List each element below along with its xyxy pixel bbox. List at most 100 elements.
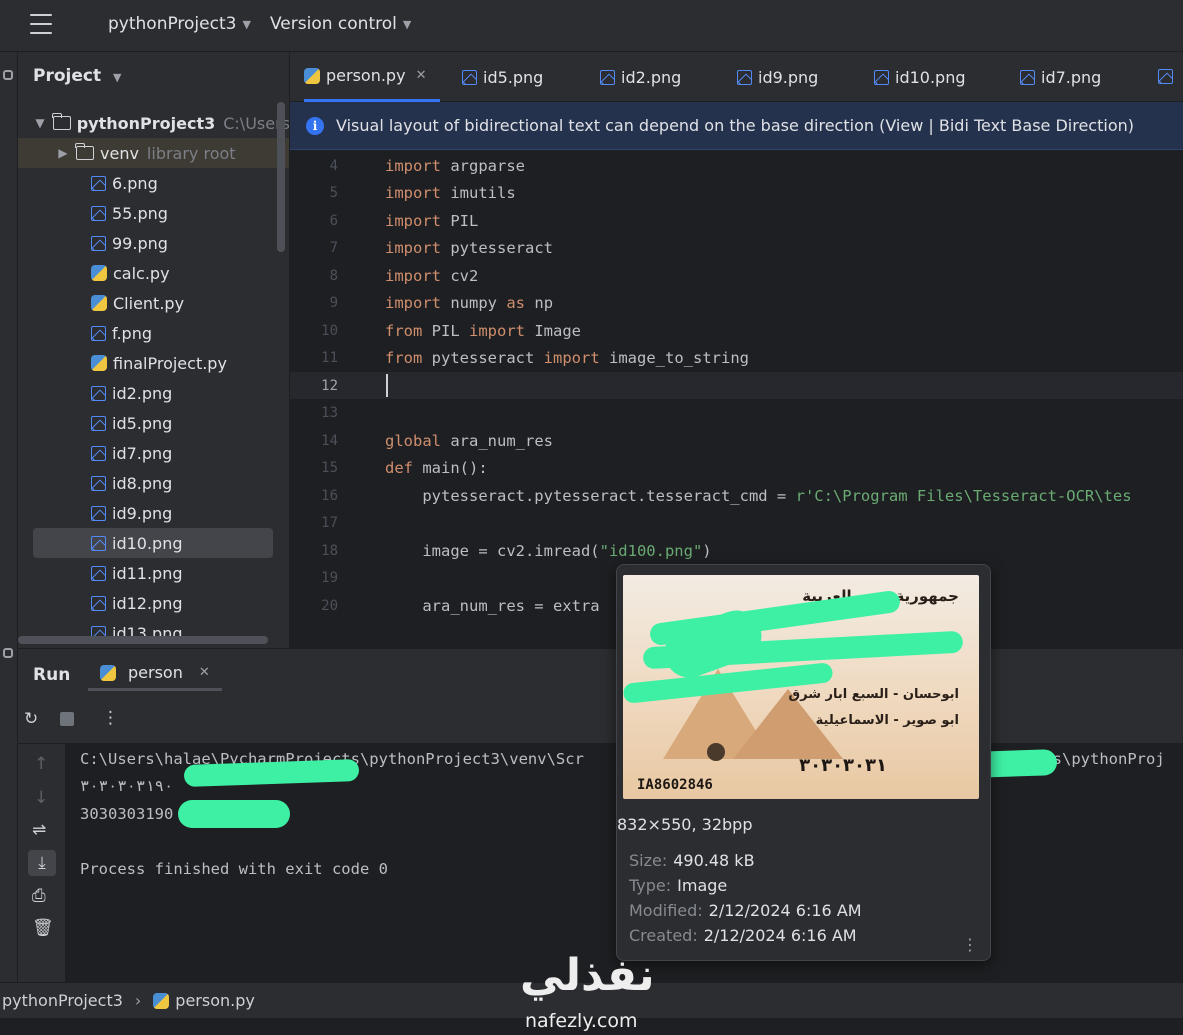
arrow-down-icon[interactable]: ↓ bbox=[34, 788, 48, 808]
scroll-to-end-icon[interactable]: ⤓ bbox=[28, 850, 56, 876]
tree-file-item[interactable]: id10.png bbox=[33, 528, 273, 558]
image-file-icon[interactable] bbox=[1158, 69, 1173, 84]
keyword-token: import bbox=[385, 239, 441, 257]
line-number: 8 bbox=[329, 267, 338, 284]
code-token: image_to_string bbox=[609, 349, 749, 367]
code-line[interactable]: 16 pytesseract.pytesseract.tesseract_cmd… bbox=[290, 482, 1183, 509]
tree-file-item[interactable]: id7.png bbox=[18, 438, 289, 468]
tree-file-item[interactable]: id8.png bbox=[18, 468, 289, 498]
project-tool-icon[interactable] bbox=[3, 70, 13, 80]
code-line[interactable]: 5 import imutils bbox=[290, 180, 1183, 207]
code-token: pytesseract.pytesseract.tesseract_cmd = bbox=[385, 486, 796, 505]
tree-file-item[interactable]: 99.png bbox=[18, 228, 289, 258]
code-editor[interactable]: 4 import argparse 5 import imutils 6 import P… bbox=[290, 150, 1183, 618]
code-token: PIL bbox=[431, 321, 469, 340]
tree-venv[interactable]: ▶ venv library root bbox=[18, 138, 289, 168]
code-line[interactable]: 17 bbox=[290, 510, 1183, 537]
editor-tab[interactable]: id7.png bbox=[1020, 52, 1101, 102]
tree-file-label: id7.png bbox=[112, 443, 173, 463]
close-icon[interactable]: ✕ bbox=[416, 68, 427, 83]
line-number: 14 bbox=[321, 432, 338, 449]
code-line[interactable]: 7 import pytesseract bbox=[290, 235, 1183, 262]
tree-file-label: calc.py bbox=[113, 263, 170, 283]
tree-file-item[interactable]: id9.png bbox=[18, 498, 289, 528]
code-line[interactable]: 14 global ara_num_res bbox=[290, 427, 1183, 454]
id-card-preview: جمهورية مصر العربية ابوحسان - السبع ابار… bbox=[623, 575, 979, 799]
code-line[interactable]: 15 def main(): bbox=[290, 455, 1183, 482]
code-line[interactable]: 4 import argparse bbox=[290, 152, 1183, 179]
tree-file-item[interactable]: f.png bbox=[18, 318, 289, 348]
code-line[interactable]: 13 bbox=[290, 400, 1183, 427]
editor-tab[interactable]: id5.png bbox=[462, 52, 543, 102]
soft-wrap-icon[interactable]: ⇌ bbox=[32, 820, 46, 840]
code-line[interactable]: 18 image = cv2.imread("id100.png") bbox=[290, 537, 1183, 564]
card-serial: IA8602846 bbox=[637, 777, 713, 793]
image-dimensions: 832×550, 32bpp bbox=[617, 815, 753, 834]
close-icon[interactable]: ✕ bbox=[199, 665, 210, 680]
editor-tab[interactable]: id10.png bbox=[874, 52, 966, 102]
project-panel-header[interactable]: Project ▼ bbox=[33, 66, 121, 86]
line-number: 20 bbox=[321, 597, 338, 614]
editor-tab-label: id7.png bbox=[1041, 67, 1102, 87]
tree-file-item[interactable]: id2.png bbox=[18, 378, 289, 408]
tree-root[interactable]: ▼ pythonProject3 C:\Users bbox=[18, 108, 289, 138]
tree-file-item[interactable]: 6.png bbox=[18, 168, 289, 198]
keyword-token: import bbox=[469, 321, 525, 340]
tree-file-item[interactable]: id5.png bbox=[18, 408, 289, 438]
tree-file-item[interactable]: calc.py bbox=[18, 258, 289, 288]
run-tab-person[interactable]: person ✕ bbox=[88, 657, 222, 691]
editor-tab[interactable]: id2.png bbox=[600, 52, 681, 102]
stop-icon[interactable] bbox=[60, 712, 74, 726]
run-tool-icon[interactable] bbox=[3, 648, 13, 658]
code-line[interactable]: 10 from PIL import Image bbox=[290, 317, 1183, 344]
breadcrumb-project[interactable]: pythonProject3 bbox=[2, 991, 123, 1010]
metadata-value: Image bbox=[677, 876, 728, 895]
metadata-row: Type: Image bbox=[629, 876, 727, 895]
redaction-scribble bbox=[178, 800, 290, 828]
tool-window-strip bbox=[0, 52, 18, 982]
line-number: 7 bbox=[329, 240, 338, 256]
code-text: ara_num_res = extra bbox=[385, 597, 599, 615]
project-name: pythonProject3 bbox=[108, 14, 237, 34]
tree-file-item[interactable]: id11.png bbox=[18, 558, 289, 588]
python-file-icon bbox=[100, 664, 116, 681]
more-options-icon[interactable]: ⋮ bbox=[102, 708, 119, 728]
line-number: 12 bbox=[321, 377, 338, 394]
rerun-icon[interactable]: ↻ bbox=[24, 709, 38, 729]
print-icon[interactable]: ⎙ bbox=[32, 886, 46, 906]
metadata-key: Type: bbox=[629, 876, 672, 895]
tree-file-label: 55.png bbox=[112, 203, 168, 223]
line-number: 11 bbox=[321, 350, 338, 366]
editor-tab[interactable]: id9.png bbox=[737, 52, 818, 102]
eagle-emblem-icon bbox=[707, 743, 725, 761]
tree-file-item[interactable]: id12.png bbox=[18, 588, 289, 618]
trash-icon[interactable]: 🗑 bbox=[32, 918, 54, 938]
code-line[interactable]: 9 import numpy as np bbox=[290, 290, 1183, 317]
code-text: import imutils bbox=[385, 184, 516, 202]
arrow-up-icon[interactable]: ↑ bbox=[34, 754, 48, 774]
tree-file-item[interactable]: Client.py bbox=[18, 288, 289, 318]
breadcrumb-file[interactable]: person.py bbox=[175, 991, 255, 1010]
code-line[interactable]: 8 import cv2 bbox=[290, 262, 1183, 289]
tree-file-item[interactable]: finalProject.py bbox=[18, 348, 289, 378]
vcs-menu[interactable]: Version control ▼ bbox=[270, 14, 411, 34]
banner-text[interactable]: Visual layout of bidirectional text can … bbox=[336, 116, 1134, 135]
project-switcher[interactable]: pythonProject3 ▼ bbox=[108, 14, 251, 34]
horizontal-scrollbar[interactable] bbox=[18, 636, 268, 644]
tree-file-label: Client.py bbox=[113, 293, 185, 313]
image-file-icon bbox=[874, 69, 889, 85]
editor-tab[interactable]: person.py ✕ bbox=[304, 52, 441, 102]
main-menu-icon[interactable] bbox=[30, 14, 52, 34]
more-options-icon[interactable]: ⋮ bbox=[962, 935, 978, 954]
vertical-scrollbar[interactable] bbox=[277, 102, 285, 252]
code-line[interactable]: 6 import PIL bbox=[290, 207, 1183, 234]
line-number: 15 bbox=[321, 460, 338, 476]
line-number: 19 bbox=[321, 570, 338, 586]
tree-file-item[interactable]: 55.png bbox=[18, 198, 289, 228]
expand-arrow-icon[interactable]: ▼ bbox=[33, 116, 47, 130]
code-text: from pytesseract import image_to_string bbox=[385, 349, 749, 367]
code-line[interactable]: 11 from pytesseract import image_to_strin… bbox=[290, 345, 1183, 372]
image-file-icon bbox=[1020, 69, 1035, 85]
collapse-arrow-icon[interactable]: ▶ bbox=[56, 146, 70, 160]
code-line[interactable]: 12 bbox=[290, 372, 1183, 399]
